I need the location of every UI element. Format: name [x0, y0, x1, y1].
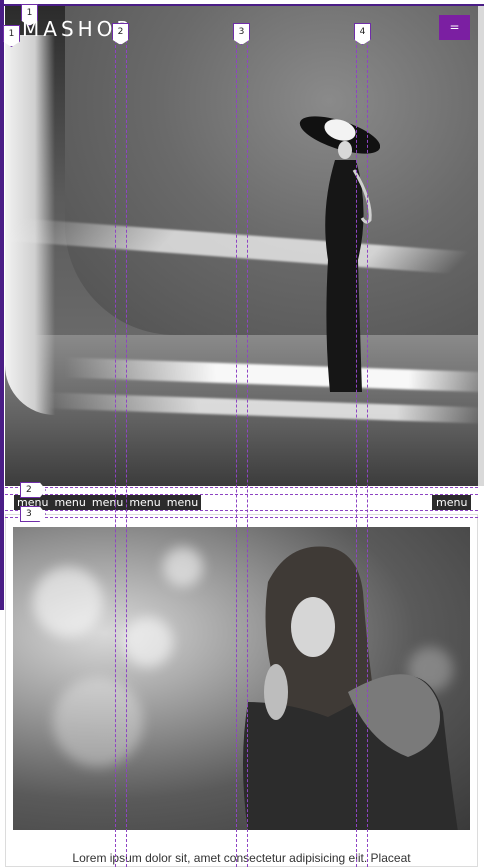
nav-bar: menu menu menu menu menu — [14, 495, 202, 510]
feature-model-figure — [243, 546, 458, 830]
grid-guide-column — [356, 40, 368, 867]
grid-guide-row — [5, 487, 478, 495]
grid-guide-row — [5, 510, 478, 518]
grid-guide-column — [236, 40, 248, 867]
scrollbar-track[interactable] — [478, 5, 484, 486]
nav-item-menu[interactable]: menu — [126, 495, 164, 510]
bokeh-light — [163, 547, 203, 587]
nav-item-menu[interactable]: menu — [51, 495, 89, 510]
menu-toggle-button[interactable]: = — [439, 15, 470, 40]
bokeh-light — [53, 677, 143, 767]
grid-guide-column — [115, 40, 127, 867]
page-canvas: MASHOP = menu menu menu menu menu menu L… — [0, 0, 484, 867]
bokeh-light — [33, 567, 103, 637]
nav-item-menu[interactable]: menu — [163, 495, 202, 510]
frame-left-border — [0, 0, 4, 610]
frame-top-border — [0, 4, 484, 6]
nav-item-menu-right[interactable]: menu — [432, 495, 472, 510]
bokeh-light — [123, 617, 173, 667]
